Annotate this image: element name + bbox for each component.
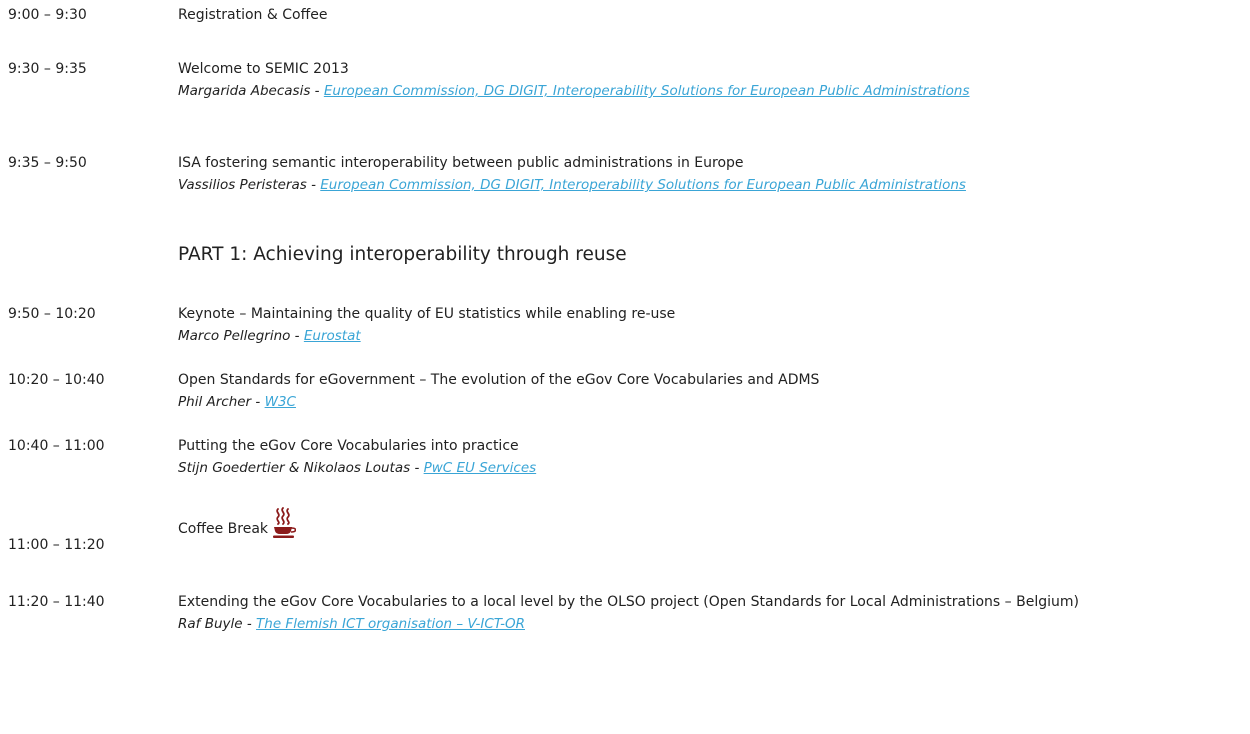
speaker-name: Stijn Goedertier & Nikolaos Loutas [178, 460, 411, 476]
organisation-link[interactable]: European Commission, DG DIGIT, Interoper… [320, 177, 966, 193]
agenda-content: Registration & Coffee [178, 4, 1243, 26]
agenda-time: 9:00 – 9:30 [8, 7, 87, 23]
organisation-link[interactable]: European Commission, DG DIGIT, Interoper… [324, 83, 970, 99]
speaker-line: Marco Pellegrino - Eurostat [178, 325, 1243, 347]
agenda-content: Open Standards for eGovernment – The evo… [178, 369, 1243, 413]
agenda-time: 10:40 – 11:00 [8, 438, 105, 454]
speaker-name: Marco Pellegrino [178, 328, 291, 344]
agenda-time: 11:00 – 11:20 [8, 537, 105, 553]
agenda-time: 9:50 – 10:20 [8, 306, 96, 322]
speaker-name: Phil Archer [178, 394, 252, 410]
speaker-name: Vassilios Peristeras [178, 177, 307, 193]
agenda-title: Extending the eGov Core Vocabularies to … [178, 594, 1079, 610]
agenda-title: Putting the eGov Core Vocabularies into … [178, 438, 519, 454]
speaker-name: Raf Buyle [178, 616, 243, 632]
agenda-title: Open Standards for eGovernment – The evo… [178, 372, 820, 388]
coffee-cup-icon [273, 507, 297, 538]
agenda-time: 10:20 – 10:40 [8, 372, 105, 388]
organisation-link[interactable]: W3C [265, 394, 296, 410]
agenda-time: 9:35 – 9:50 [8, 155, 87, 171]
agenda-content: Keynote – Maintaining the quality of EU … [178, 303, 1243, 347]
speaker-line: Vassilios Peristeras - European Commissi… [178, 174, 1243, 196]
speaker-separator: - [410, 460, 424, 476]
speaker-name: Margarida Abecasis [178, 83, 311, 99]
agenda-time: 11:20 – 11:40 [8, 594, 105, 610]
agenda-title-wrap: Coffee Break [178, 507, 1243, 539]
agenda-content: Extending the eGov Core Vocabularies to … [178, 591, 1243, 635]
agenda-content: Putting the eGov Core Vocabularies into … [178, 435, 1243, 479]
agenda-title: ISA fostering semantic interoperability … [178, 155, 744, 171]
agenda-time: 9:30 – 9:35 [8, 61, 87, 77]
agenda-title: Coffee Break [178, 521, 269, 537]
agenda-content: Coffee Break [178, 507, 1243, 539]
organisation-link[interactable]: Eurostat [304, 328, 361, 344]
agenda: 9:00 – 9:30 Registration & Coffee 9:30 –… [0, 0, 1250, 734]
speaker-separator: - [310, 83, 324, 99]
speaker-line: Raf Buyle - The Flemish ICT organisation… [178, 613, 1243, 635]
agenda-title: Registration & Coffee [178, 7, 328, 23]
speaker-separator: - [306, 177, 321, 193]
section-heading: PART 1: Achieving interoperability throu… [178, 244, 627, 265]
agenda-title: Welcome to SEMIC 2013 [178, 61, 349, 77]
speaker-separator: - [251, 394, 265, 410]
organisation-link[interactable]: The Flemish ICT organisation – V-ICT-OR [256, 616, 525, 632]
speaker-line: Stijn Goedertier & Nikolaos Loutas - PwC… [178, 457, 1243, 479]
speaker-separator: - [290, 328, 304, 344]
speaker-separator: - [242, 616, 257, 632]
agenda-title: Keynote – Maintaining the quality of EU … [178, 306, 676, 322]
agenda-content: Welcome to SEMIC 2013 Margarida Abecasis… [178, 58, 1243, 102]
speaker-line: Phil Archer - W3C [178, 391, 1243, 413]
speaker-line: Margarida Abecasis - European Commission… [178, 80, 1243, 102]
organisation-link[interactable]: PwC EU Services [424, 460, 537, 476]
agenda-content: ISA fostering semantic interoperability … [178, 152, 1243, 196]
